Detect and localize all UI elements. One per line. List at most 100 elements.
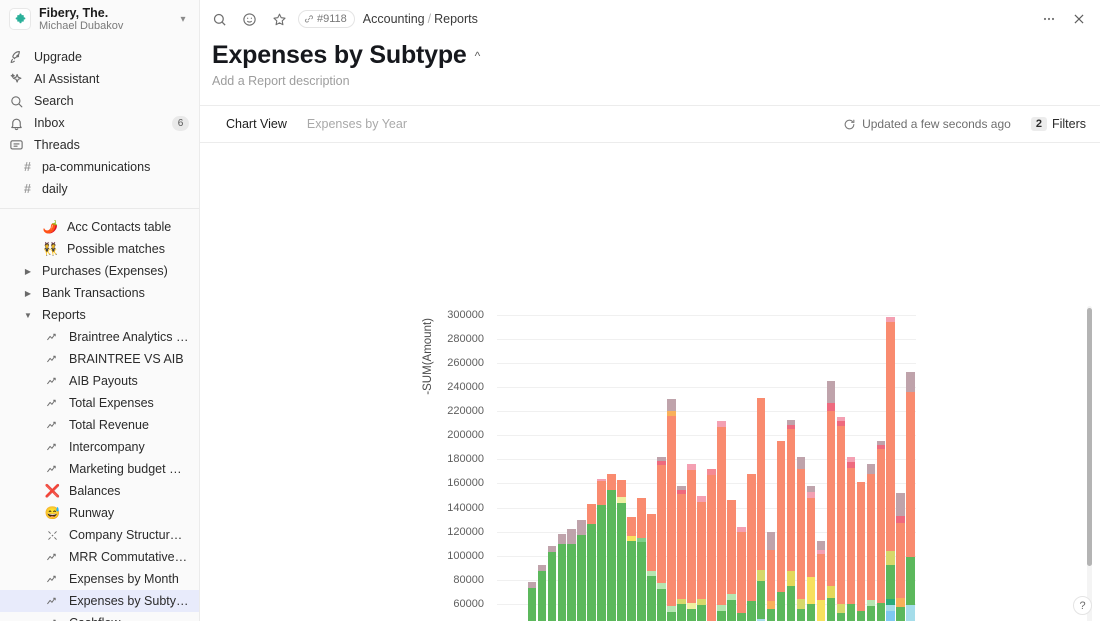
page-title[interactable]: Expenses by Subtype bbox=[212, 41, 467, 70]
legend-scrollbar-thumb[interactable] bbox=[1087, 308, 1092, 566]
tree-item-cashflow[interactable]: Cashflow bbox=[0, 612, 199, 621]
bar-segment-consultant[interactable] bbox=[857, 482, 866, 611]
bar-segment-consultant[interactable] bbox=[627, 517, 636, 536]
bar-segment-payroll[interactable] bbox=[667, 612, 676, 621]
star-icon[interactable] bbox=[268, 8, 290, 30]
bar-segment-consultant[interactable] bbox=[667, 416, 676, 606]
bar[interactable] bbox=[597, 315, 606, 621]
bar-segment-administrative-and-fees[interactable] bbox=[797, 457, 806, 469]
help-button[interactable]: ? bbox=[1073, 596, 1092, 615]
bar-segment-payroll[interactable] bbox=[528, 588, 537, 621]
bar-segment-consultant[interactable] bbox=[657, 465, 666, 583]
bar[interactable] bbox=[757, 315, 766, 621]
bar[interactable] bbox=[717, 315, 726, 621]
bar-segment-payroll[interactable] bbox=[548, 552, 557, 621]
bar-segment-payroll[interactable] bbox=[538, 571, 547, 621]
bar[interactable] bbox=[767, 315, 776, 621]
bar-segment-consultant[interactable] bbox=[587, 504, 596, 524]
bar[interactable] bbox=[896, 315, 905, 621]
tree-item-marketing-budget-q[interactable]: Marketing budget Q... bbox=[0, 458, 199, 480]
bar[interactable] bbox=[906, 315, 915, 621]
bar[interactable] bbox=[627, 315, 636, 621]
bar-segment-administrative-and-fees[interactable] bbox=[558, 534, 567, 544]
bar[interactable] bbox=[577, 315, 586, 621]
bar[interactable] bbox=[737, 315, 746, 621]
bar-segment-consultant[interactable] bbox=[886, 322, 895, 551]
bar-segment-consultant[interactable] bbox=[747, 474, 756, 602]
channel-daily[interactable]: #daily bbox=[0, 178, 199, 200]
bar[interactable] bbox=[647, 315, 656, 621]
bar-segment-payroll[interactable] bbox=[727, 600, 736, 621]
bar[interactable] bbox=[637, 315, 646, 621]
tree-item-expenses-by-subtype[interactable]: Expenses by Subtype bbox=[0, 590, 199, 612]
refresh-icon[interactable] bbox=[843, 118, 856, 131]
bar-segment-payroll[interactable] bbox=[867, 606, 876, 621]
bar-segment-consultant[interactable] bbox=[777, 441, 786, 591]
bar-segment-payroll[interactable] bbox=[797, 609, 806, 621]
bar[interactable] bbox=[747, 315, 756, 621]
bar[interactable] bbox=[538, 315, 547, 621]
tree-item-acc-contacts-table[interactable]: 🌶️Acc Contacts table bbox=[0, 216, 199, 238]
bar-segment-consultant[interactable] bbox=[677, 494, 686, 599]
bar[interactable] bbox=[827, 315, 836, 621]
bar[interactable] bbox=[867, 315, 876, 621]
bar[interactable] bbox=[528, 315, 537, 621]
bar-segment-payroll[interactable] bbox=[807, 604, 816, 621]
bar-segment-administrative-and-fees[interactable] bbox=[906, 372, 915, 392]
bar-segment-bank-commission[interactable] bbox=[827, 403, 836, 411]
bar[interactable] bbox=[837, 315, 846, 621]
sidebar-item-upgrade[interactable]: Upgrade bbox=[0, 46, 199, 68]
bar-segment-payroll[interactable] bbox=[787, 586, 796, 621]
tree-item-braintree-vs-aib[interactable]: BRAINTREE VS AIB bbox=[0, 348, 199, 370]
sidebar-item-threads[interactable]: Threads bbox=[0, 134, 199, 156]
bar-segment-consultant[interactable] bbox=[797, 469, 806, 599]
bar-segment-consultant[interactable] bbox=[607, 474, 616, 490]
bar[interactable] bbox=[797, 315, 806, 621]
close-icon[interactable] bbox=[1068, 8, 1090, 30]
bar-segment-payroll[interactable] bbox=[777, 592, 786, 621]
workspace-header[interactable]: Fibery, The. Michael Dubakov ▾ bbox=[0, 0, 199, 38]
tab-chart-view[interactable]: Chart View bbox=[226, 117, 287, 131]
bar-segment-consultant[interactable] bbox=[717, 427, 726, 605]
bar[interactable] bbox=[687, 315, 696, 621]
bar-segment-consultant[interactable] bbox=[647, 514, 656, 572]
bar-segment-payroll[interactable] bbox=[587, 524, 596, 621]
bar[interactable] bbox=[617, 315, 626, 621]
breadcrumb-root[interactable]: Accounting bbox=[363, 12, 425, 26]
report-description-placeholder[interactable]: Add a Report description bbox=[212, 70, 1100, 88]
bar-segment-payroll[interactable] bbox=[567, 544, 576, 621]
bar-segment-payroll[interactable] bbox=[857, 611, 866, 621]
bar-segment-administrative-and-fees[interactable] bbox=[827, 381, 836, 403]
bar-segment-payroll[interactable] bbox=[767, 609, 776, 621]
sidebar-item-ai-assistant[interactable]: AI Assistant bbox=[0, 68, 199, 90]
bar-segment-consultant[interactable] bbox=[896, 523, 905, 598]
updated-status[interactable]: Updated a few seconds ago bbox=[843, 117, 1011, 131]
bar-segment-payroll[interactable] bbox=[757, 581, 766, 620]
caret-right-icon[interactable]: ▶ bbox=[22, 289, 34, 298]
tree-item-braintree-analytics-b[interactable]: Braintree Analytics B... bbox=[0, 326, 199, 348]
bar-segment-consultant[interactable] bbox=[867, 474, 876, 600]
bar-segment-administrative-and-fees[interactable] bbox=[867, 464, 876, 474]
chevron-up-icon[interactable]: ^ bbox=[475, 49, 481, 63]
bar-segment-bank-commission[interactable] bbox=[896, 516, 905, 523]
tree-item-balances[interactable]: ❌Balances bbox=[0, 480, 199, 502]
filters-button[interactable]: 2 Filters bbox=[1031, 117, 1086, 131]
bar-segment-consultant[interactable] bbox=[707, 475, 716, 621]
smiley-icon[interactable] bbox=[238, 8, 260, 30]
caret-down-icon[interactable]: ▼ bbox=[22, 311, 34, 320]
tree-item-runway[interactable]: 😅Runway bbox=[0, 502, 199, 524]
bar-segment-payroll[interactable] bbox=[737, 613, 746, 621]
bar[interactable] bbox=[667, 315, 676, 621]
bar-segment-consultant[interactable] bbox=[827, 411, 836, 585]
bar-segment-payroll[interactable] bbox=[637, 542, 646, 621]
tree-item-total-expenses[interactable]: Total Expenses bbox=[0, 392, 199, 414]
bar-segment-events[interactable] bbox=[807, 577, 816, 603]
bar[interactable] bbox=[567, 315, 576, 621]
bar-segment-office-expenses[interactable] bbox=[757, 570, 766, 581]
tree-item-possible-matches[interactable]: 👯Possible matches bbox=[0, 238, 199, 260]
bar-segment-consultant[interactable] bbox=[637, 498, 646, 538]
bar[interactable] bbox=[847, 315, 856, 621]
tree-item-aib-payouts[interactable]: AIB Payouts bbox=[0, 370, 199, 392]
bar[interactable] bbox=[657, 315, 666, 621]
bar[interactable] bbox=[607, 315, 616, 621]
